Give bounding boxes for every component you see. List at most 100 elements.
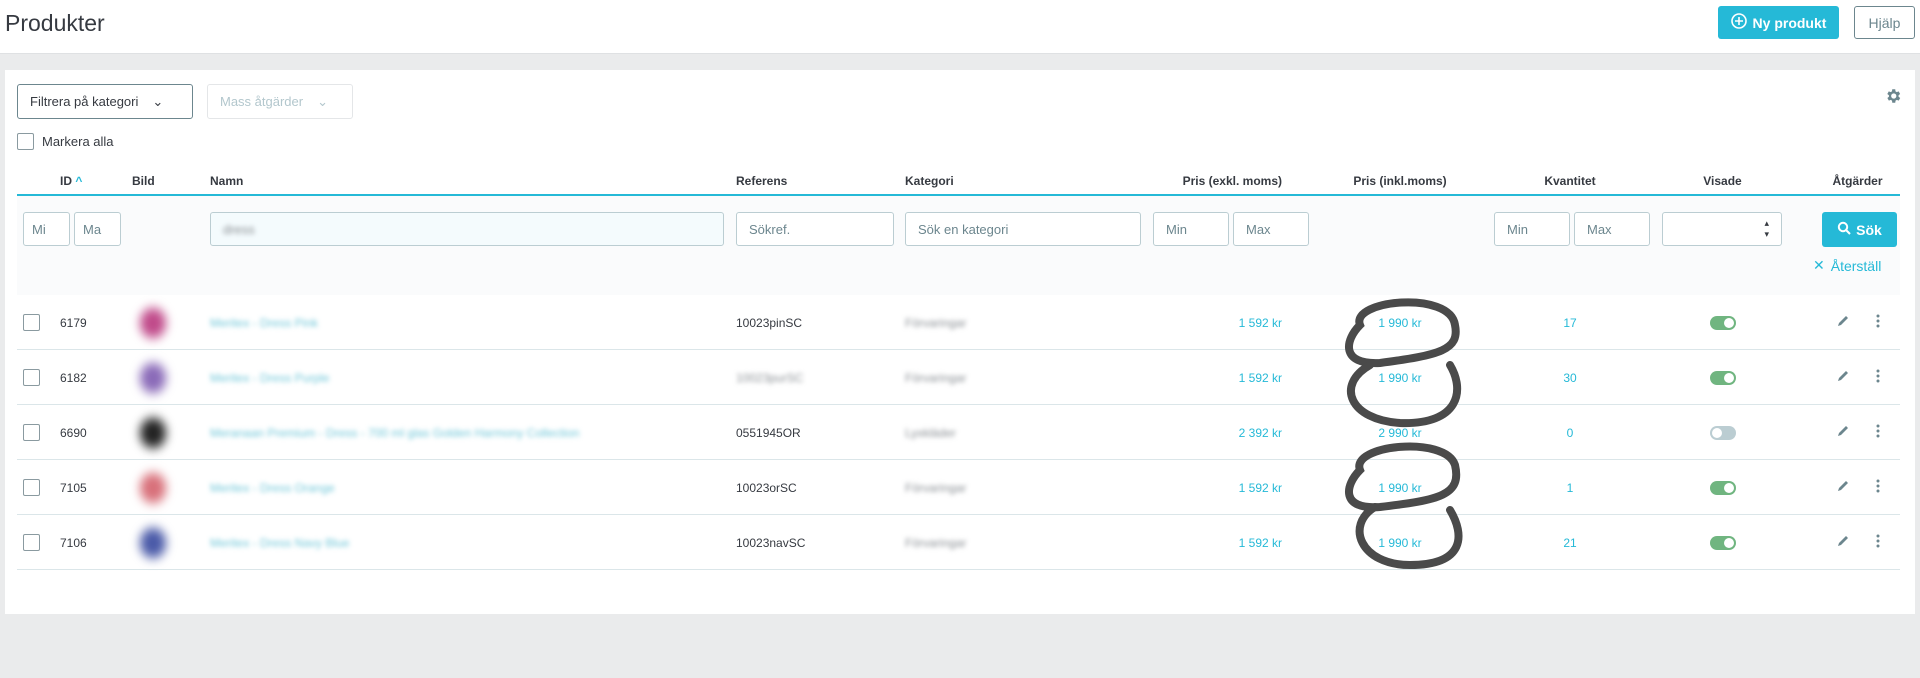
row-id: 6690 [60,425,87,440]
edit-pencil-icon[interactable] [1836,369,1850,386]
active-toggle[interactable] [1709,370,1736,385]
more-vertical-icon[interactable] [1876,424,1880,441]
row-category: Förvaringar [905,315,967,330]
row-price-excl[interactable]: 1 592 kr [1152,460,1282,515]
row-price-excl[interactable]: 1 592 kr [1152,515,1282,570]
id-min-input[interactable]: Mi [23,212,70,246]
product-thumbnail[interactable] [135,356,171,399]
row-id: 6182 [60,370,87,385]
row-price-incl[interactable]: 2 990 kr [1300,405,1500,460]
edit-pencil-icon[interactable] [1836,479,1850,496]
more-vertical-icon[interactable] [1876,479,1880,496]
table-row: 6690 Meranaan Premium - Dress - 700 ml g… [17,405,1900,460]
column-id[interactable]: ID ^ [60,174,82,188]
more-vertical-icon[interactable] [1876,314,1880,331]
table-row: 6179 Meritex - Dress Pink 10023pinSC För… [17,295,1900,350]
row-reference: 10023purSC [736,370,804,385]
row-price-incl[interactable]: 1 990 kr [1300,350,1500,405]
row-price-excl[interactable]: 1 592 kr [1152,295,1282,350]
row-id: 6179 [60,315,87,330]
more-vertical-icon[interactable] [1876,369,1880,386]
active-filter-select[interactable]: ▴ ▾ [1662,212,1782,246]
row-quantity[interactable]: 21 [1510,515,1630,570]
select-arrows-icon: ▴ ▾ [1764,218,1769,239]
more-vertical-icon[interactable] [1876,534,1880,551]
row-reference: 10023orSC [736,480,797,495]
search-label: Sök [1856,221,1882,238]
plus-circle-icon [1730,13,1747,32]
row-price-incl[interactable]: 1 990 kr [1300,295,1500,350]
row-quantity[interactable]: 17 [1510,295,1630,350]
row-checkbox[interactable] [23,534,40,551]
bulk-actions-dropdown[interactable]: Mass åtgärder ⌄ [207,84,353,119]
row-reference: 10023pinSC [736,315,803,330]
column-price-incl[interactable]: Pris (inkl.moms) [1300,174,1500,188]
product-thumbnail[interactable] [135,301,171,344]
edit-pencil-icon[interactable] [1836,424,1850,441]
column-reference[interactable]: Referens [736,174,787,188]
sort-asc-icon: ^ [75,174,83,188]
row-price-excl[interactable]: 2 392 kr [1152,405,1282,460]
reference-filter-input[interactable]: Sökref. [736,212,894,246]
table-row: 7106 Meritex - Dress Navy Blue 10023navS… [17,515,1900,570]
product-name-link[interactable]: Meritex - Dress Navy Blue [210,515,349,570]
row-quantity[interactable]: 1 [1510,460,1630,515]
column-category[interactable]: Kategori [905,174,954,188]
row-checkbox[interactable] [23,314,40,331]
reset-button[interactable]: ✕ Återställ [1813,257,1881,274]
edit-pencil-icon[interactable] [1836,314,1850,331]
active-toggle[interactable] [1709,535,1736,550]
row-category: Förvaringar [905,370,967,385]
column-quantity[interactable]: Kvantitet [1510,174,1630,188]
row-checkbox[interactable] [23,369,40,386]
filter-category-dropdown[interactable]: Filtrera på kategori ⌄ [17,84,193,119]
active-toggle[interactable] [1709,425,1736,440]
row-category: Förvaringar [905,535,967,550]
column-price-excl[interactable]: Pris (exkl. moms) [1152,174,1282,188]
new-product-button[interactable]: Ny produkt [1718,6,1839,39]
help-button[interactable]: Hjälp [1854,6,1915,39]
category-filter-input[interactable]: Sök en kategori [905,212,1141,246]
row-quantity[interactable]: 0 [1510,405,1630,460]
row-quantity[interactable]: 30 [1510,350,1630,405]
price-min-input[interactable]: Min [1153,212,1229,246]
search-button[interactable]: Sök [1822,212,1897,247]
gear-icon[interactable] [1884,87,1902,108]
row-category: Förvaringar [905,480,967,495]
row-reference: 0551945OR [736,425,801,440]
chevron-down-icon: ⌄ [317,93,328,109]
id-max-input[interactable]: Ma [74,212,121,246]
column-name[interactable]: Namn [210,174,243,188]
product-thumbnail[interactable] [135,521,171,564]
product-name-link[interactable]: Meritex - Dress Pink [210,295,318,350]
product-thumbnail[interactable] [135,466,171,509]
row-price-incl[interactable]: 1 990 kr [1300,515,1500,570]
row-id: 7106 [60,535,87,550]
product-thumbnail[interactable] [135,411,171,454]
column-active[interactable]: Visade [1630,174,1815,188]
row-category: Lyxkläder [905,425,956,440]
column-actions: Åtgärder [1832,174,1883,188]
products-card: Filtrera på kategori ⌄ Mass åtgärder ⌄ M… [5,70,1915,614]
product-name-link[interactable]: Meranaan Premium - Dress - 700 ml glas G… [210,405,579,460]
select-all-checkbox[interactable] [17,133,34,150]
new-product-label: Ny produkt [1752,14,1827,31]
row-id: 7105 [60,480,87,495]
active-toggle[interactable] [1709,315,1736,330]
column-image: Bild [132,174,155,188]
quantity-min-input[interactable]: Min [1494,212,1570,246]
edit-pencil-icon[interactable] [1836,534,1850,551]
price-max-input[interactable]: Max [1233,212,1309,246]
active-toggle[interactable] [1709,480,1736,495]
row-checkbox[interactable] [23,479,40,496]
row-price-incl[interactable]: 1 990 kr [1300,460,1500,515]
name-filter-input[interactable]: dress [210,212,724,246]
product-name-link[interactable]: Meritex - Dress Orange [210,460,335,515]
quantity-max-input[interactable]: Max [1574,212,1650,246]
row-checkbox[interactable] [23,424,40,441]
row-price-excl[interactable]: 1 592 kr [1152,350,1282,405]
table-row: 7105 Meritex - Dress Orange 10023orSC Fö… [17,460,1900,515]
table-row: 6182 Meritex - Dress Purple 10023purSC F… [17,350,1900,405]
product-name-link[interactable]: Meritex - Dress Purple [210,350,329,405]
filter-category-label: Filtrera på kategori [30,94,139,109]
